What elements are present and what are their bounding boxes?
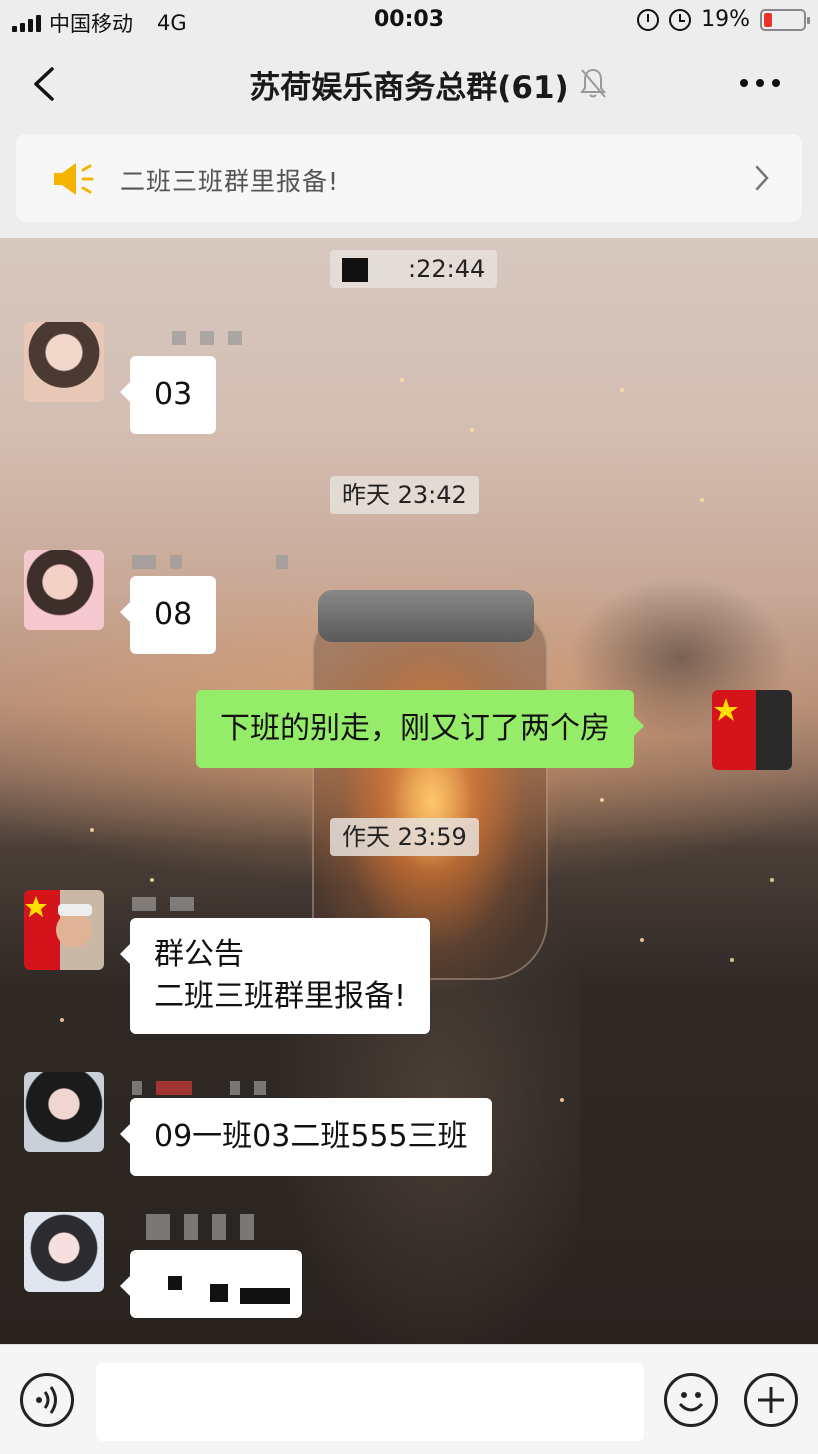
battery-icon xyxy=(760,8,810,31)
sparkle xyxy=(730,958,734,962)
message-timestamp: 作天 23:59 xyxy=(330,818,479,856)
sparkle xyxy=(560,1098,564,1102)
sparkle xyxy=(620,388,624,392)
alarm-icon xyxy=(669,8,692,31)
sparkle xyxy=(770,878,774,882)
sender-name-blurred xyxy=(132,1080,280,1096)
announcement-banner[interactable]: 二班三班群里报备! xyxy=(16,134,802,222)
avatar[interactable] xyxy=(24,322,104,402)
rotation-lock-icon xyxy=(637,8,660,31)
sender-name-blurred xyxy=(172,330,256,346)
battery-percent: 19% xyxy=(701,7,750,32)
message-text: 08 xyxy=(154,597,193,632)
sparkle xyxy=(700,498,704,502)
sparkle xyxy=(90,828,94,832)
flag-star-icon xyxy=(714,698,738,721)
avatar[interactable] xyxy=(24,1212,104,1292)
chat-area[interactable]: :22:44 03 昨天 23:42 08 下班的别走，刚又订了两个房 作天 2… xyxy=(0,238,818,1344)
message-bubble-redacted[interactable] xyxy=(120,1250,302,1318)
voice-icon[interactable] xyxy=(20,1373,74,1427)
message-text: 03 xyxy=(154,377,193,412)
emoji-icon[interactable] xyxy=(664,1373,718,1427)
announcement-body: 二班三班群里报备! xyxy=(154,979,407,1014)
announcement-message-bubble[interactable]: 群公告 二班三班群里报备! xyxy=(119,918,431,1034)
redaction xyxy=(342,258,368,282)
sender-name-blurred xyxy=(132,896,208,912)
message-input[interactable] xyxy=(96,1363,644,1441)
sender-name-blurred xyxy=(146,1214,268,1240)
redaction xyxy=(240,1288,290,1304)
sparkle xyxy=(640,938,644,942)
redaction xyxy=(210,1284,228,1302)
input-bar xyxy=(0,1344,818,1454)
message-bubble-outgoing[interactable]: 下班的别走，刚又订了两个房 xyxy=(196,690,644,768)
message-text: 下班的别走，刚又订了两个房 xyxy=(220,711,610,746)
message-bubble[interactable]: 09一班03二班555三班 xyxy=(120,1098,492,1176)
flag-star-icon xyxy=(25,896,92,948)
announcement-heading: 群公告 xyxy=(154,937,244,972)
sparkle xyxy=(150,878,154,882)
message-timestamp: :22:44 xyxy=(330,250,498,288)
sender-name-blurred xyxy=(132,554,302,570)
avatar[interactable] xyxy=(24,890,104,970)
sparkle xyxy=(400,378,404,382)
background-jar-lid xyxy=(318,590,534,642)
page-title: 苏荷娱乐商务总群(61) xyxy=(249,70,569,106)
avatar-self[interactable] xyxy=(712,690,792,770)
message-text: 09一班03二班555三班 xyxy=(154,1119,468,1154)
message-bubble[interactable]: 03 xyxy=(119,356,217,434)
sparkle xyxy=(600,798,604,802)
plus-icon[interactable] xyxy=(744,1373,798,1427)
chevron-right-icon xyxy=(755,165,769,191)
status-bar: 中国移动 4G 00:03 19% xyxy=(0,0,818,42)
avatar[interactable] xyxy=(24,550,104,630)
avatar[interactable] xyxy=(24,1072,104,1152)
message-timestamp: 昨天 23:42 xyxy=(330,476,479,514)
sparkle xyxy=(60,1018,64,1022)
battery-level xyxy=(764,12,772,27)
announcement-text: 二班三班群里报备! xyxy=(120,167,340,196)
message-bubble[interactable]: 08 xyxy=(119,576,217,654)
redaction xyxy=(168,1276,182,1290)
mute-bell-icon xyxy=(580,68,606,98)
more-icon[interactable] xyxy=(740,70,780,96)
nav-bar: 苏荷娱乐商务总群(61) xyxy=(0,42,818,126)
sparkle xyxy=(470,428,474,432)
speaker-icon xyxy=(54,163,94,195)
